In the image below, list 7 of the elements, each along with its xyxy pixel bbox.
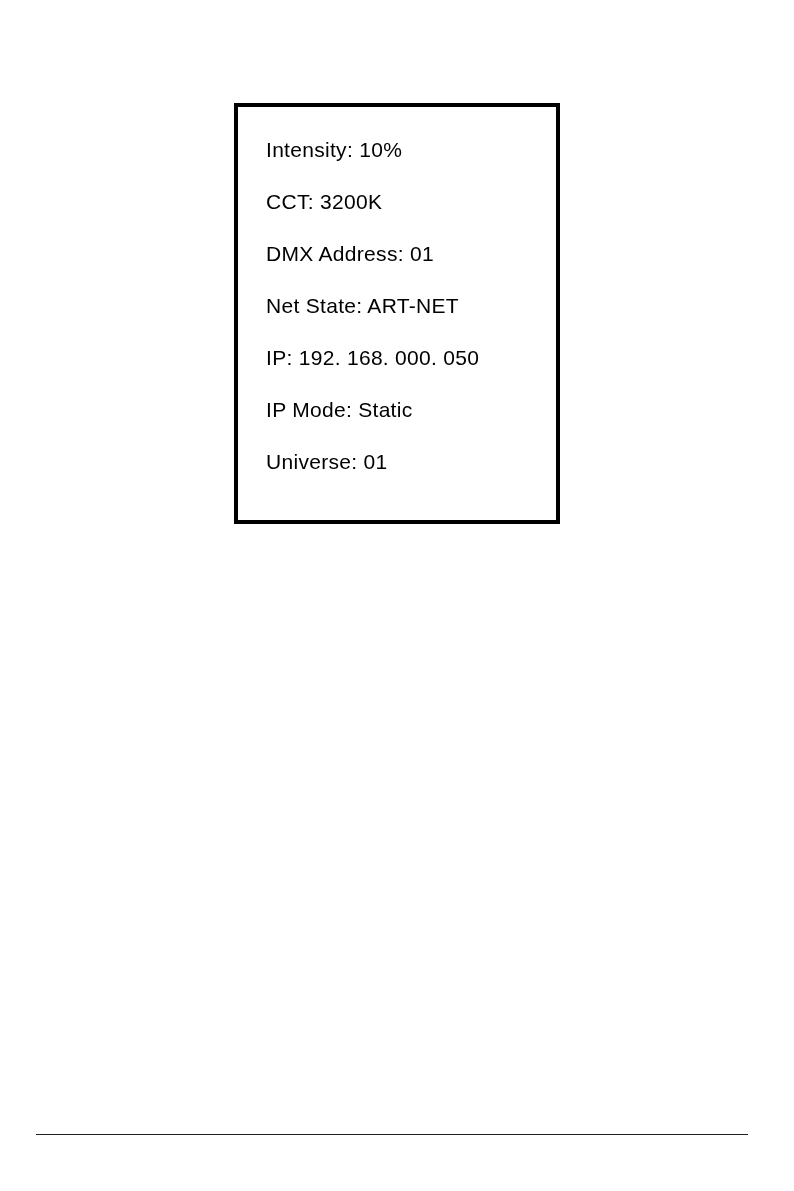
info-line: CCT: 3200K (266, 189, 383, 215)
info-line: DMX Address: 01 (266, 241, 434, 267)
info-line: IP Mode: Static (266, 397, 413, 423)
info-line: IP: 192. 168. 000. 050 (266, 345, 480, 371)
info-line: Net State: ART-NET (266, 293, 459, 319)
info-line: Universe: 01 (266, 449, 388, 475)
info-line: Intensity: 10% (266, 137, 403, 163)
